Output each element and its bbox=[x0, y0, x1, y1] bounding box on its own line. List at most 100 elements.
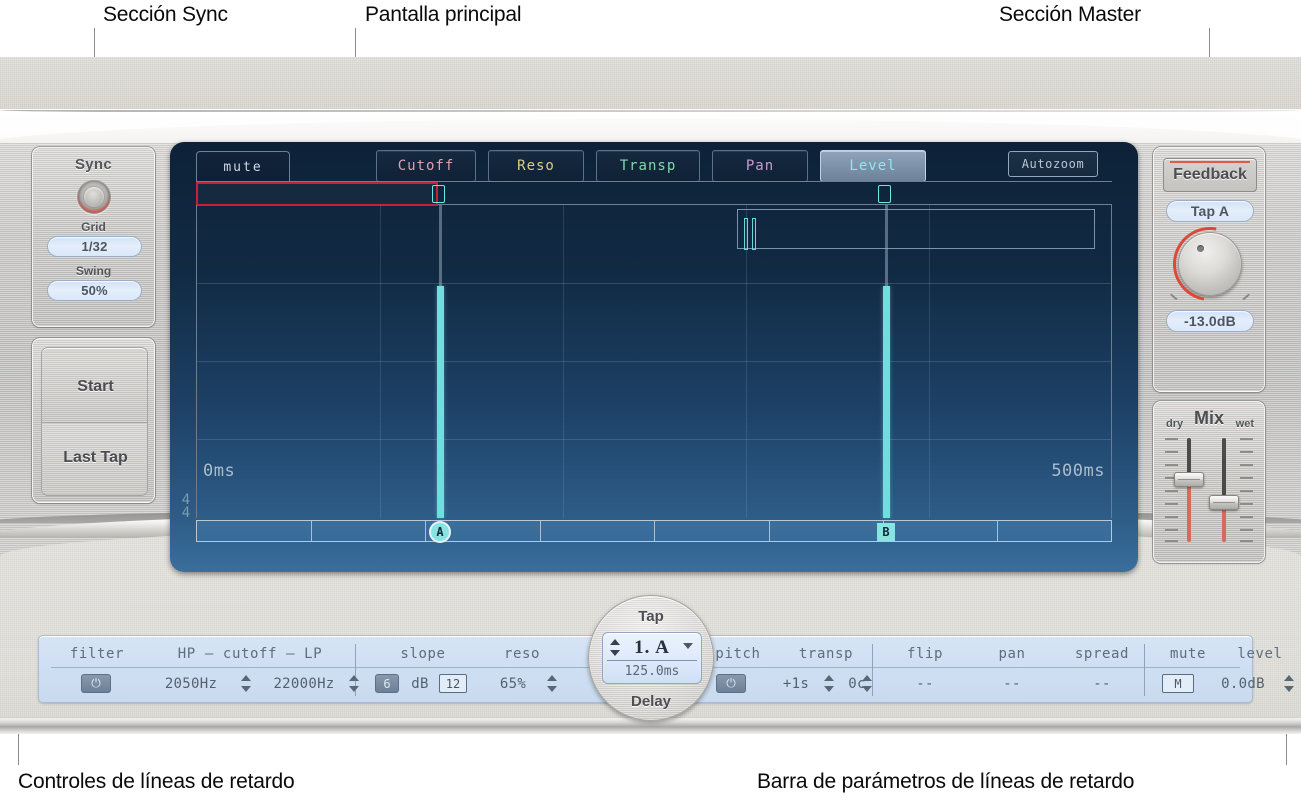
grid-value[interactable]: 1/32 bbox=[47, 236, 142, 257]
header-pan: pan bbox=[998, 646, 1026, 662]
grid-line-v bbox=[929, 205, 930, 518]
feedback-value[interactable]: -13.0dB bbox=[1166, 310, 1254, 332]
annotation-main-display: Pantalla principal bbox=[365, 3, 522, 26]
tap-stem-b bbox=[885, 205, 888, 286]
tap-selector-top-label: Tap bbox=[638, 608, 664, 625]
annotation-delay-param-bar: Barra de parámetros de líneas de retardo bbox=[757, 770, 1135, 793]
annotation-master: Sección Master bbox=[999, 3, 1141, 26]
transport-button-group: Start Last Tap bbox=[41, 347, 148, 496]
wet-slider-track[interactable] bbox=[1222, 438, 1226, 542]
header-transp: transp bbox=[798, 646, 854, 662]
transp-semitone-stepper[interactable] bbox=[824, 675, 834, 692]
dry-slider-thumb[interactable] bbox=[1174, 472, 1204, 487]
header-slope: slope bbox=[400, 646, 446, 662]
filter-power-icon[interactable]: ⏻ bbox=[81, 674, 111, 693]
value-reso[interactable]: 65% bbox=[481, 670, 545, 698]
param-button-cutoff[interactable]: Cutoff bbox=[376, 150, 476, 182]
mute-toggle-button[interactable]: M bbox=[1162, 674, 1194, 693]
selection-handle-left[interactable] bbox=[744, 218, 748, 250]
param-button-transp-label: Transp bbox=[619, 158, 677, 174]
chevron-down-icon[interactable] bbox=[683, 643, 693, 649]
level-stepper[interactable] bbox=[1284, 675, 1294, 692]
mute-handle-a[interactable] bbox=[432, 185, 445, 203]
swing-label: Swing bbox=[75, 264, 112, 278]
param-bar-hline bbox=[698, 667, 1240, 668]
mute-handle-b[interactable] bbox=[878, 185, 891, 203]
grid-line-h bbox=[197, 361, 1111, 362]
ruler-tick bbox=[425, 521, 426, 541]
knob-tick bbox=[1242, 293, 1250, 300]
sync-led[interactable] bbox=[77, 180, 111, 214]
value-transp-semitones[interactable]: +1s bbox=[770, 670, 822, 698]
value-flip[interactable]: -- bbox=[882, 670, 968, 698]
time-start-label: 0ms bbox=[203, 461, 236, 481]
timeline-ruler[interactable]: A B bbox=[196, 520, 1112, 542]
reso-stepper[interactable] bbox=[547, 675, 557, 692]
plugin-window: Sección Sync Pantalla principal Sección … bbox=[0, 0, 1301, 801]
time-end-label: 500ms bbox=[1051, 461, 1105, 481]
mute-strip[interactable] bbox=[196, 181, 1112, 206]
autozoom-button[interactable]: Autozoom bbox=[1008, 151, 1098, 177]
feedback-section: Feedback Tap A -13.0dB bbox=[1153, 147, 1265, 392]
value-lp-cutoff[interactable]: 22000Hz bbox=[251, 670, 357, 698]
tap-selector-time[interactable]: 125.0ms bbox=[603, 660, 701, 683]
hp-cutoff-stepper[interactable] bbox=[241, 675, 251, 692]
plugin-chassis: Sync Grid 1/32 Swing 50% Start Last Tap … bbox=[0, 57, 1301, 734]
feedback-button[interactable]: Feedback bbox=[1163, 158, 1257, 192]
grid-label: Grid bbox=[81, 220, 106, 234]
value-level[interactable]: 0.0dB bbox=[1204, 670, 1282, 698]
slope-12-button[interactable]: 12 bbox=[439, 674, 467, 693]
ruler-tick bbox=[997, 521, 998, 541]
selection-rectangle[interactable] bbox=[737, 209, 1095, 250]
param-button-transp[interactable]: Transp bbox=[596, 150, 700, 182]
start-button[interactable]: Start bbox=[42, 352, 147, 422]
transport-section: Start Last Tap bbox=[32, 338, 155, 503]
feedback-knob-arc bbox=[1158, 212, 1262, 316]
annotation-sync: Sección Sync bbox=[103, 3, 228, 26]
ruler-tick bbox=[654, 521, 655, 541]
chassis-top-strip bbox=[0, 57, 1301, 115]
knob-tick bbox=[1170, 293, 1178, 300]
pitch-power-icon[interactable]: ⏻ bbox=[716, 674, 746, 693]
feedback-tap-selector[interactable]: Tap A bbox=[1166, 200, 1254, 222]
value-spread[interactable]: -- bbox=[1054, 670, 1150, 698]
mute-tab[interactable]: mute bbox=[196, 151, 290, 182]
dry-slider-track[interactable] bbox=[1187, 438, 1191, 542]
lp-cutoff-stepper[interactable] bbox=[349, 675, 359, 692]
delay-tap-plot[interactable]: 0ms 500ms bbox=[196, 205, 1112, 518]
tap-bar-b[interactable] bbox=[883, 286, 890, 518]
tap-bar-a[interactable] bbox=[437, 286, 444, 518]
time-signature-denominator: 4 bbox=[181, 505, 191, 521]
param-button-level[interactable]: Level bbox=[820, 150, 926, 182]
grid-line-v bbox=[563, 205, 564, 518]
wet-slider-ticks bbox=[1240, 438, 1253, 542]
value-pan[interactable]: -- bbox=[972, 670, 1052, 698]
value-hp-cutoff[interactable]: 2050Hz bbox=[143, 670, 239, 698]
tap-selector[interactable]: Tap 1. A 125.0ms Delay bbox=[588, 595, 714, 721]
dry-slider-ticks bbox=[1165, 438, 1178, 542]
header-filter: filter bbox=[69, 646, 125, 662]
slope-6-button[interactable]: 6 bbox=[375, 674, 399, 693]
tap-selector-bottom-label: Delay bbox=[630, 693, 672, 710]
last-tap-button[interactable]: Last Tap bbox=[42, 423, 147, 493]
param-button-reso[interactable]: Reso bbox=[488, 150, 584, 182]
wet-slider-thumb[interactable] bbox=[1209, 495, 1239, 510]
header-reso: reso bbox=[503, 646, 541, 662]
time-signature: 4 4 bbox=[178, 493, 194, 521]
transp-cent-stepper[interactable] bbox=[862, 675, 872, 692]
mix-dry-label: dry bbox=[1166, 418, 1184, 430]
tap-marker-b[interactable]: B bbox=[877, 523, 895, 541]
tap-marker-a[interactable]: A bbox=[431, 523, 449, 541]
ruler-tick bbox=[769, 521, 770, 541]
mute-region-highlight[interactable] bbox=[196, 182, 438, 206]
slope-db-label: dB bbox=[411, 676, 429, 692]
main-display[interactable]: mute Cutoff Reso Transp Pan Level Autozo… bbox=[170, 142, 1138, 572]
delay-param-bar-left: filter HP — cutoff — LP slope reso ⏻ 205… bbox=[38, 635, 616, 703]
param-button-pan-label: Pan bbox=[745, 158, 775, 174]
selection-handle-right[interactable] bbox=[752, 218, 756, 250]
param-button-pan[interactable]: Pan bbox=[712, 150, 808, 182]
sync-section: Sync Grid 1/32 Swing 50% bbox=[32, 147, 155, 327]
header-mute: mute bbox=[1169, 646, 1207, 662]
tap-selector-field[interactable]: 1. A 125.0ms bbox=[602, 632, 702, 684]
swing-value[interactable]: 50% bbox=[47, 280, 142, 301]
